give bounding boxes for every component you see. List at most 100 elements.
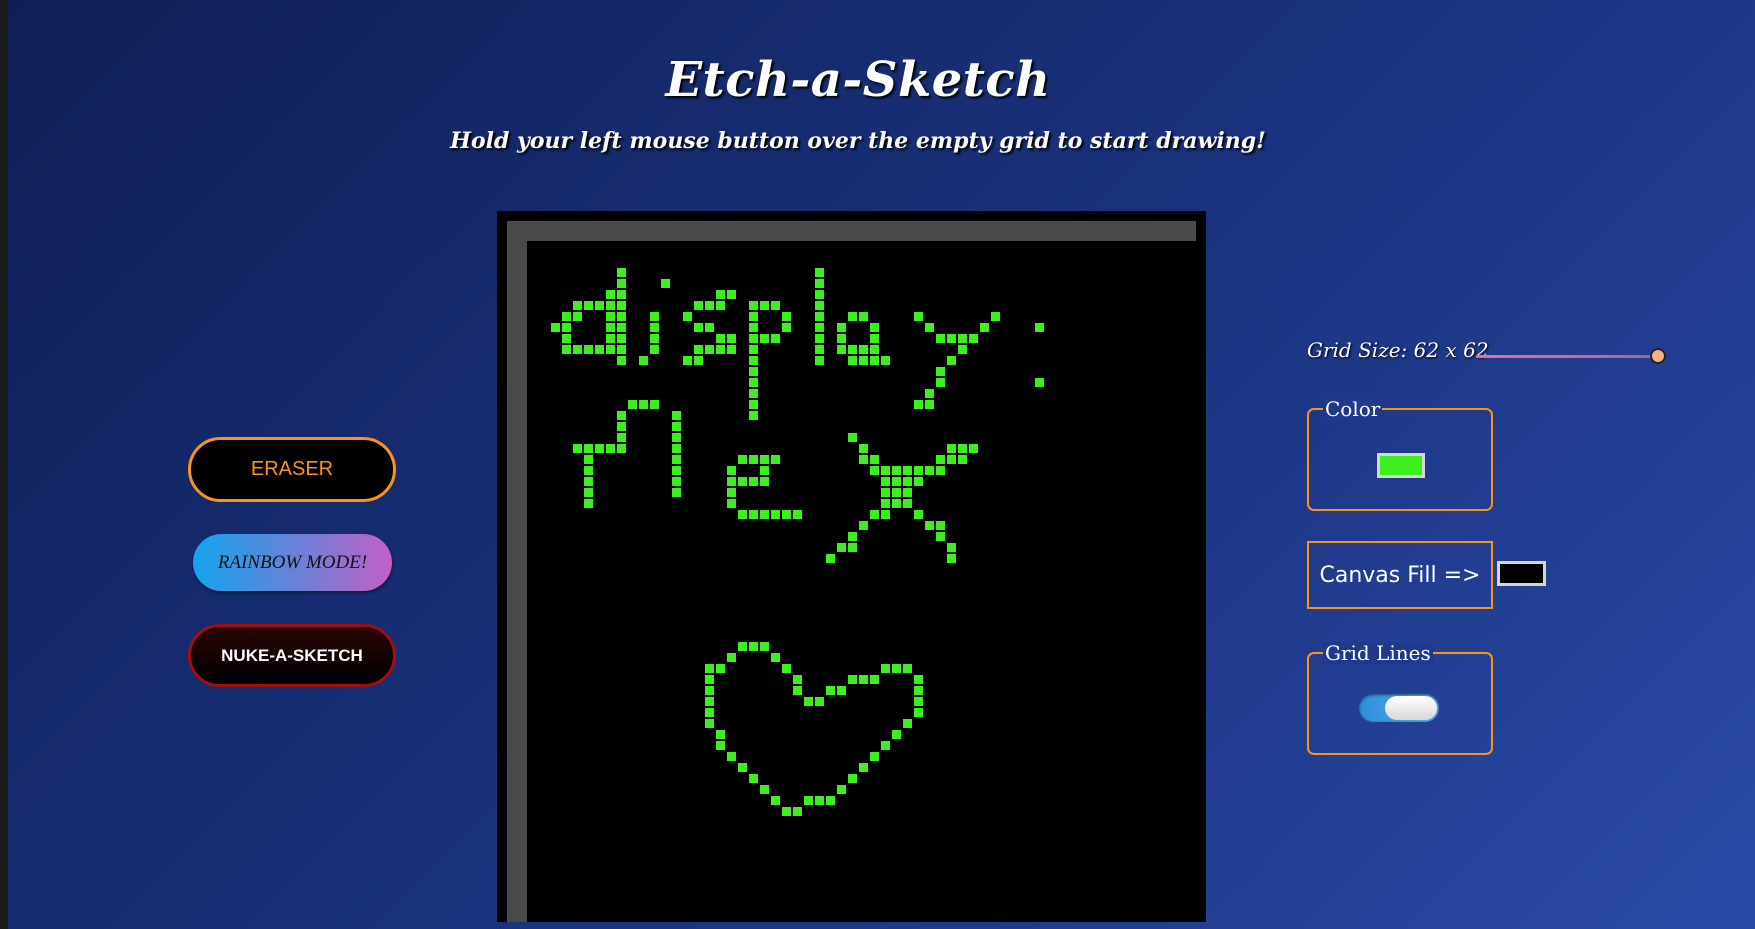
nuke-a-sketch-button[interactable]: NUKE-A-SKETCH bbox=[188, 624, 396, 687]
drawn-cell bbox=[672, 455, 681, 464]
drawn-cell bbox=[705, 686, 714, 695]
drawn-cell bbox=[903, 664, 912, 673]
drawn-cell bbox=[727, 499, 736, 508]
drawn-cell bbox=[760, 334, 769, 343]
drawn-cell bbox=[760, 301, 769, 310]
drawn-cell bbox=[595, 301, 604, 310]
drawn-cell bbox=[870, 334, 879, 343]
drawn-cell bbox=[749, 642, 758, 651]
drawn-cell bbox=[617, 444, 626, 453]
drawn-cell bbox=[694, 301, 703, 310]
drawn-cell bbox=[782, 510, 791, 519]
drawn-cell bbox=[1035, 323, 1044, 332]
drawn-cell bbox=[749, 334, 758, 343]
drawn-cell bbox=[672, 488, 681, 497]
grid-lines-legend: Grid Lines bbox=[1323, 641, 1433, 665]
drawn-cell bbox=[738, 477, 747, 486]
drawn-cell bbox=[837, 543, 846, 552]
drawn-cell bbox=[848, 675, 857, 684]
drawn-cell bbox=[705, 719, 714, 728]
drawn-cell bbox=[815, 268, 824, 277]
drawn-cell bbox=[925, 323, 934, 332]
drawn-cell bbox=[716, 664, 725, 673]
grid-size-slider[interactable] bbox=[1476, 355, 1660, 358]
drawn-cell bbox=[760, 642, 769, 651]
drawn-cell bbox=[595, 345, 604, 354]
drawn-cell bbox=[683, 356, 692, 365]
drawn-cell bbox=[936, 334, 945, 343]
drawn-cell bbox=[694, 356, 703, 365]
drawn-cell bbox=[639, 356, 648, 365]
drawn-cell bbox=[881, 499, 890, 508]
grid-size-slider-thumb[interactable] bbox=[1650, 348, 1666, 364]
drawn-cell bbox=[881, 741, 890, 750]
drawn-cell bbox=[815, 334, 824, 343]
drawn-cell bbox=[705, 345, 714, 354]
drawn-cell bbox=[859, 521, 868, 530]
drawn-cell bbox=[958, 455, 967, 464]
drawn-cell bbox=[815, 301, 824, 310]
drawn-cell bbox=[672, 477, 681, 486]
sketch-grid[interactable] bbox=[527, 241, 1196, 922]
eraser-button[interactable]: ERASER bbox=[188, 437, 396, 502]
drawn-cell bbox=[716, 301, 725, 310]
drawn-cell bbox=[738, 642, 747, 651]
drawn-cell bbox=[936, 521, 945, 530]
drawn-cell bbox=[760, 477, 769, 486]
drawn-cell bbox=[914, 697, 923, 706]
drawn-cell bbox=[749, 301, 758, 310]
drawn-cell bbox=[749, 389, 758, 398]
drawn-cell bbox=[870, 323, 879, 332]
drawn-cell bbox=[870, 356, 879, 365]
drawn-cell bbox=[562, 334, 571, 343]
drawn-cell bbox=[617, 312, 626, 321]
drawn-cell bbox=[892, 466, 901, 475]
drawn-cell bbox=[870, 455, 879, 464]
drawn-cell bbox=[837, 686, 846, 695]
drawn-cell bbox=[650, 400, 659, 409]
drawn-cell bbox=[672, 433, 681, 442]
drawn-cell bbox=[672, 411, 681, 420]
drawn-cell bbox=[727, 466, 736, 475]
drawn-cell bbox=[826, 686, 835, 695]
drawn-cell bbox=[782, 807, 791, 816]
instructions-text: Hold your left mouse button over the emp… bbox=[450, 128, 1266, 154]
drawn-cell bbox=[760, 785, 769, 794]
drawn-cell bbox=[837, 345, 846, 354]
drawn-cell bbox=[848, 345, 857, 354]
grid-lines-fieldset: Grid Lines bbox=[1307, 642, 1493, 755]
drawn-cell bbox=[606, 312, 615, 321]
drawn-cell bbox=[947, 554, 956, 563]
drawn-cell bbox=[903, 477, 912, 486]
canvas-fill-button[interactable]: Canvas Fill => bbox=[1307, 541, 1493, 609]
drawn-cell bbox=[617, 422, 626, 431]
grid-lines-toggle[interactable] bbox=[1359, 694, 1439, 722]
drawn-cell bbox=[771, 455, 780, 464]
drawn-cell bbox=[914, 477, 923, 486]
drawn-cell bbox=[727, 334, 736, 343]
drawn-cell bbox=[749, 400, 758, 409]
drawn-cell bbox=[617, 301, 626, 310]
drawn-cell bbox=[881, 466, 890, 475]
drawn-cell bbox=[914, 686, 923, 695]
drawn-cell bbox=[1035, 378, 1044, 387]
canvas-fill-color-picker[interactable] bbox=[1497, 561, 1546, 586]
drawn-cell bbox=[969, 334, 978, 343]
drawn-cell bbox=[760, 455, 769, 464]
drawn-cell bbox=[672, 422, 681, 431]
drawn-cell bbox=[617, 334, 626, 343]
rainbow-mode-button[interactable]: RAINBOW MODE! bbox=[193, 534, 392, 591]
drawn-cell bbox=[727, 477, 736, 486]
drawn-cell bbox=[584, 488, 593, 497]
drawn-cell bbox=[760, 466, 769, 475]
drawn-cell bbox=[991, 312, 1000, 321]
drawn-cell bbox=[628, 400, 637, 409]
drawn-cell bbox=[815, 356, 824, 365]
drawn-cell bbox=[837, 785, 846, 794]
drawn-cell bbox=[716, 345, 725, 354]
pen-color-picker[interactable] bbox=[1377, 453, 1425, 478]
drawing-pixels bbox=[551, 268, 1044, 816]
drawn-cell bbox=[892, 477, 901, 486]
drawn-cell bbox=[903, 499, 912, 508]
drawn-cell bbox=[562, 323, 571, 332]
